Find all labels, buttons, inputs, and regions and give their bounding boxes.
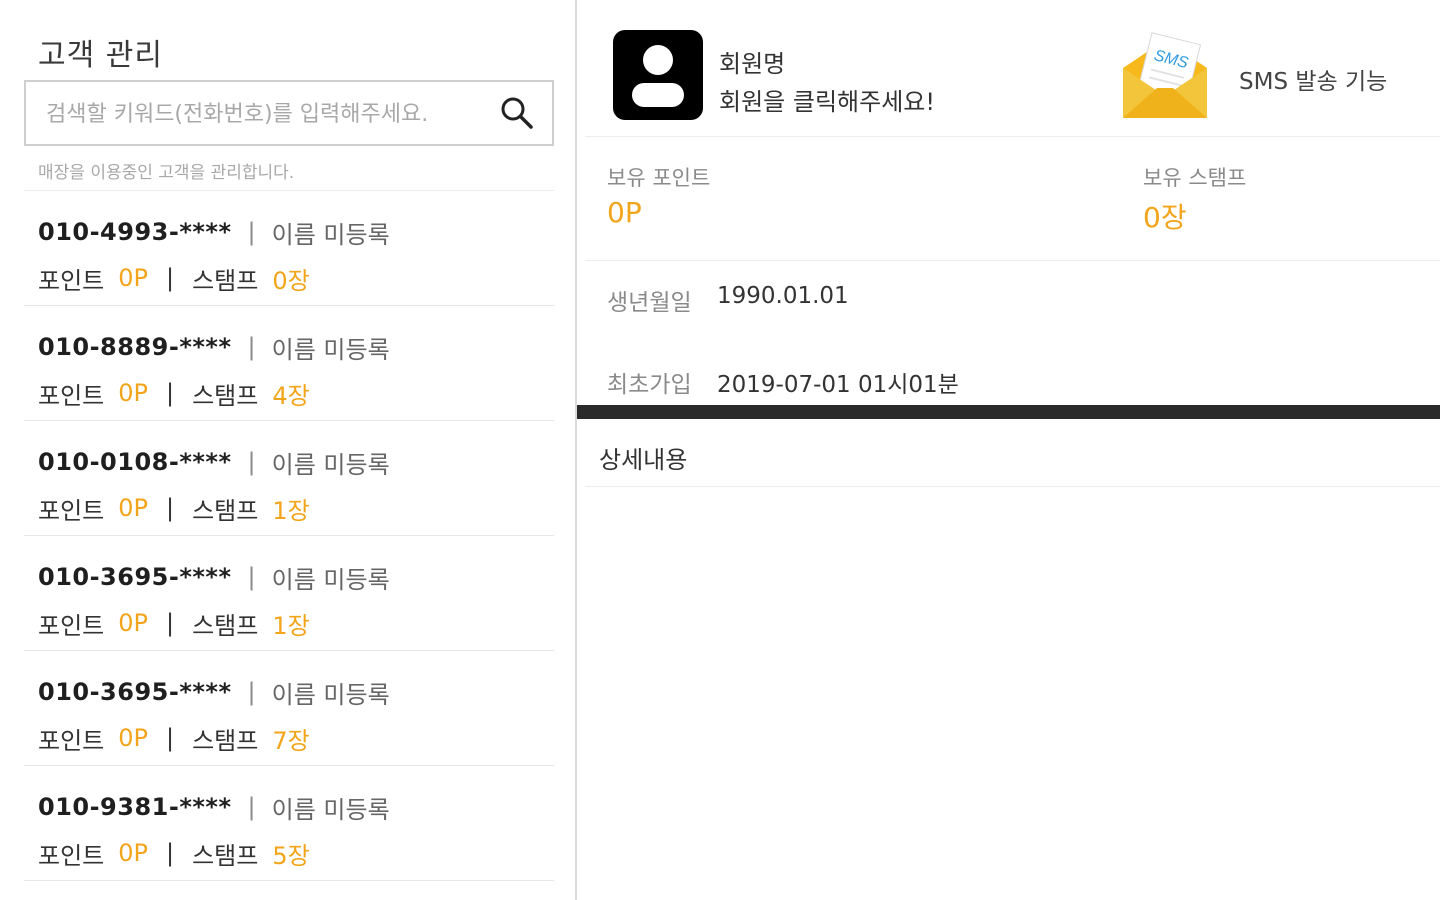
app-root: 고객 관리 매장을 이용중인 고객을 관리합니다. 010-4993-**** |… xyxy=(0,0,1440,900)
customer-stamps: 1장 xyxy=(272,496,310,525)
detail-title: 상세내용 xyxy=(599,446,688,474)
customer-stamps: 1장 xyxy=(272,611,310,640)
customer-row-header: 010-8889-**** | 이름 미등록 xyxy=(38,330,554,364)
separator: | xyxy=(247,333,256,361)
customer-row-stats: 포인트 0P | 스탬프 0장 xyxy=(38,261,554,295)
customer-phone: 010-0108-**** xyxy=(38,448,232,476)
customer-row[interactable]: 010-9381-**** | 이름 미등록포인트 0P | 스탬프 5장 xyxy=(24,766,554,881)
points-label: 포인트 xyxy=(38,726,105,755)
stamps-label: 스탬프 xyxy=(192,611,259,640)
customer-panel: 고객 관리 매장을 이용중인 고객을 관리합니다. 010-4993-**** |… xyxy=(0,0,576,900)
customer-row-header: 010-3695-**** | 이름 미등록 xyxy=(38,675,554,709)
member-prompt: 회원을 클릭해주세요! xyxy=(719,88,935,116)
stamps-label: 스탬프 xyxy=(192,726,259,755)
search-box xyxy=(24,80,554,146)
separator: | xyxy=(166,724,175,752)
stamps-label: 스탬프 xyxy=(192,496,259,525)
panel-hint: 매장을 이용중인 고객을 관리합니다. xyxy=(38,163,295,183)
sms-send-label[interactable]: SMS 발송 기능 xyxy=(1239,62,1387,96)
customer-row[interactable]: 010-4993-**** | 이름 미등록포인트 0P | 스탬프 0장 xyxy=(24,191,554,306)
customer-row-header: 010-4993-**** | 이름 미등록 xyxy=(38,215,554,249)
customer-row-stats: 포인트 0P | 스탬프 5장 xyxy=(38,836,554,870)
section-bar xyxy=(577,405,1440,419)
separator: | xyxy=(247,678,256,706)
customer-phone: 010-3695-**** xyxy=(38,678,232,706)
stamps-label: 스탬프 xyxy=(192,266,259,295)
separator: | xyxy=(166,494,175,522)
points-label: 포인트 xyxy=(38,841,105,870)
customer-points: 0P xyxy=(118,839,148,867)
customer-points: 0P xyxy=(118,264,148,292)
stamps-value: 0장 xyxy=(1143,201,1187,234)
customer-row-stats: 포인트 0P | 스탬프 1장 xyxy=(38,606,554,640)
points-label: 포인트 xyxy=(38,496,105,525)
customer-list: 010-4993-**** | 이름 미등록 포인트 0P | 스탬프 0장 010-8889-… xyxy=(24,190,554,881)
separator: | xyxy=(166,609,175,637)
points-value: 0P xyxy=(607,196,642,229)
customer-points: 0P xyxy=(118,494,148,522)
join-label: 최초가입 xyxy=(607,372,692,398)
separator: | xyxy=(166,379,175,407)
member-name-label: 회원명 xyxy=(719,50,786,78)
birth-value: 1990.01.01 xyxy=(717,283,849,309)
customer-row-header: 010-0108-**** | 이름 미등록 xyxy=(38,445,554,479)
points-label: 포인트 xyxy=(38,381,105,410)
customer-points: 0P xyxy=(118,609,148,637)
separator: | xyxy=(166,839,175,867)
customer-name: 이름 미등록 xyxy=(271,795,390,824)
customer-row[interactable]: 010-3695-**** | 이름 미등록포인트 0P | 스탬프 1장 xyxy=(24,536,554,651)
customer-row[interactable]: 010-3695-**** | 이름 미등록포인트 0P | 스탬프 7장 xyxy=(24,651,554,766)
customer-stamps: 7장 xyxy=(272,726,310,755)
divider xyxy=(585,136,1440,137)
user-avatar-icon xyxy=(613,30,703,120)
sms-envelope-icon[interactable]: SMS xyxy=(1117,28,1213,124)
customer-stamps: 4장 xyxy=(272,381,310,410)
customer-row-stats: 포인트 0P | 스탬프 1장 xyxy=(38,491,554,525)
separator: | xyxy=(247,448,256,476)
member-detail-panel: 회원명 회원을 클릭해주세요! SMS SMS 발송 기능 보유 포인트 0P … xyxy=(577,0,1440,900)
customer-row-stats: 포인트 0P | 스탬프 4장 xyxy=(38,376,554,410)
search-button[interactable] xyxy=(496,92,538,134)
customer-name: 이름 미등록 xyxy=(271,565,390,594)
join-value: 2019-07-01 01시01분 xyxy=(717,372,959,398)
customer-row-stats: 포인트 0P | 스탬프 7장 xyxy=(38,721,554,755)
customer-phone: 010-4993-**** xyxy=(38,218,232,246)
customer-row-header: 010-3695-**** | 이름 미등록 xyxy=(38,560,554,594)
separator: | xyxy=(247,218,256,246)
customer-name: 이름 미등록 xyxy=(271,220,390,249)
customer-phone: 010-8889-**** xyxy=(38,333,232,361)
customer-name: 이름 미등록 xyxy=(271,335,390,364)
stamps-title: 보유 스탬프 xyxy=(1143,166,1247,190)
customer-phone: 010-9381-**** xyxy=(38,793,232,821)
separator: | xyxy=(247,563,256,591)
customer-row[interactable]: 010-8889-**** | 이름 미등록포인트 0P | 스탬프 4장 xyxy=(24,306,554,421)
search-input[interactable] xyxy=(46,96,486,132)
customer-points: 0P xyxy=(118,724,148,752)
birth-label: 생년월일 xyxy=(607,290,692,316)
stamps-label: 스탬프 xyxy=(192,381,259,410)
divider xyxy=(585,260,1440,261)
separator: | xyxy=(247,793,256,821)
customer-row[interactable]: 010-0108-**** | 이름 미등록포인트 0P | 스탬프 1장 xyxy=(24,421,554,536)
panel-title: 고객 관리 xyxy=(38,38,163,73)
divider xyxy=(585,486,1440,487)
separator: | xyxy=(166,264,175,292)
customer-phone: 010-3695-**** xyxy=(38,563,232,591)
customer-stamps: 5장 xyxy=(272,841,310,870)
points-label: 포인트 xyxy=(38,611,105,640)
customer-name: 이름 미등록 xyxy=(271,450,390,479)
search-icon xyxy=(501,97,533,129)
customer-row-header: 010-9381-**** | 이름 미등록 xyxy=(38,790,554,824)
points-title: 보유 포인트 xyxy=(607,166,711,190)
customer-points: 0P xyxy=(118,379,148,407)
points-label: 포인트 xyxy=(38,266,105,295)
stamps-label: 스탬프 xyxy=(192,841,259,870)
customer-name: 이름 미등록 xyxy=(271,680,390,709)
customer-stamps: 0장 xyxy=(272,266,310,295)
